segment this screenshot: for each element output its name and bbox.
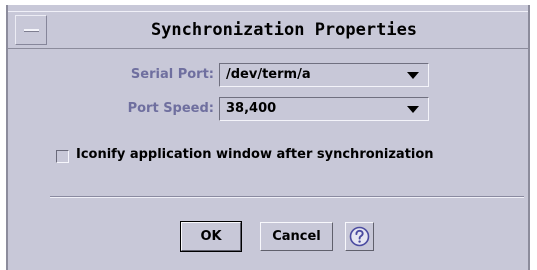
port-speed-dropdown[interactable]: 38,400 xyxy=(219,97,429,121)
cancel-button[interactable]: Cancel xyxy=(260,222,333,251)
dialog-title: Synchronization Properties xyxy=(150,20,418,40)
sync-properties-dialog: Synchronization Properties Serial Port: … xyxy=(6,5,530,270)
window-menu-button[interactable] xyxy=(15,15,47,45)
ok-button[interactable]: OK xyxy=(180,221,242,252)
serial-port-dropdown[interactable]: /dev/term/a xyxy=(219,63,429,87)
dropdown-arrow-icon xyxy=(407,106,419,113)
separator xyxy=(50,196,524,198)
dialog-content: Serial Port: /dev/term/a Port Speed: 38,… xyxy=(8,51,528,270)
serial-port-value: /dev/term/a xyxy=(226,67,311,82)
serial-port-label: Serial Port: xyxy=(130,67,214,82)
port-speed-label: Port Speed: xyxy=(127,101,214,116)
iconify-checkbox[interactable] xyxy=(56,150,69,163)
title-bar: Synchronization Properties xyxy=(8,11,528,49)
dropdown-arrow-icon xyxy=(407,72,419,79)
help-button[interactable] xyxy=(345,222,374,251)
iconify-checkbox-label[interactable]: Iconify application window after synchro… xyxy=(76,147,434,162)
window-menu-icon xyxy=(24,29,39,32)
port-speed-value: 38,400 xyxy=(226,101,277,116)
question-mark-icon xyxy=(349,226,370,247)
